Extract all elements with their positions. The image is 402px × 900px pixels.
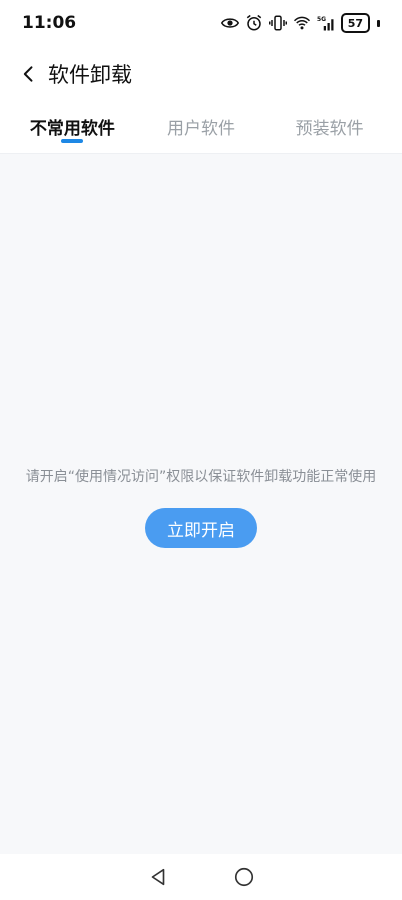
- nav-back-button[interactable]: [145, 864, 171, 890]
- battery-icon: 57: [340, 13, 370, 33]
- main-content: 请开启“使用情况访问”权限以保证软件卸载功能正常使用 立即开启: [0, 154, 402, 854]
- status-time: 11:06: [22, 13, 77, 33]
- back-button[interactable]: [16, 61, 42, 87]
- tab-preinstalled-apps[interactable]: 预装软件: [265, 114, 394, 153]
- svg-text:5G: 5G: [317, 16, 326, 23]
- chevron-left-icon: [23, 66, 33, 82]
- system-nav-bar: [0, 854, 402, 900]
- tab-label: 预装软件: [295, 119, 364, 139]
- permission-message: 请开启“使用情况访问”权限以保证软件卸载功能正常使用: [25, 469, 377, 485]
- wifi-icon: [293, 14, 311, 32]
- battery-tip: [377, 19, 380, 27]
- eye-icon: [220, 14, 239, 32]
- app-header: 软件卸载: [0, 46, 402, 102]
- nav-home-button[interactable]: [231, 864, 257, 890]
- alarm-icon: [245, 14, 263, 32]
- tab-uncommon-apps[interactable]: 不常用软件: [8, 114, 137, 153]
- tab-active-indicator: [61, 139, 84, 143]
- status-icons: 5G 57: [220, 13, 380, 33]
- tab-label: 用户软件: [167, 119, 235, 139]
- enable-now-button[interactable]: 立即开启: [145, 508, 257, 548]
- tab-label: 不常用软件: [29, 119, 115, 139]
- status-bar: 11:06 5G 57: [0, 0, 402, 46]
- battery-level: 57: [347, 16, 363, 30]
- tab-user-apps[interactable]: 用户软件: [137, 114, 266, 153]
- 5g-signal-icon: 5G: [317, 14, 335, 32]
- back-triangle-icon: [151, 868, 165, 886]
- vibrate-icon: [268, 14, 287, 32]
- home-circle-icon: [234, 867, 254, 887]
- tab-bar: 不常用软件 用户软件 预装软件: [0, 102, 402, 154]
- page-title: 软件卸载: [48, 63, 132, 87]
